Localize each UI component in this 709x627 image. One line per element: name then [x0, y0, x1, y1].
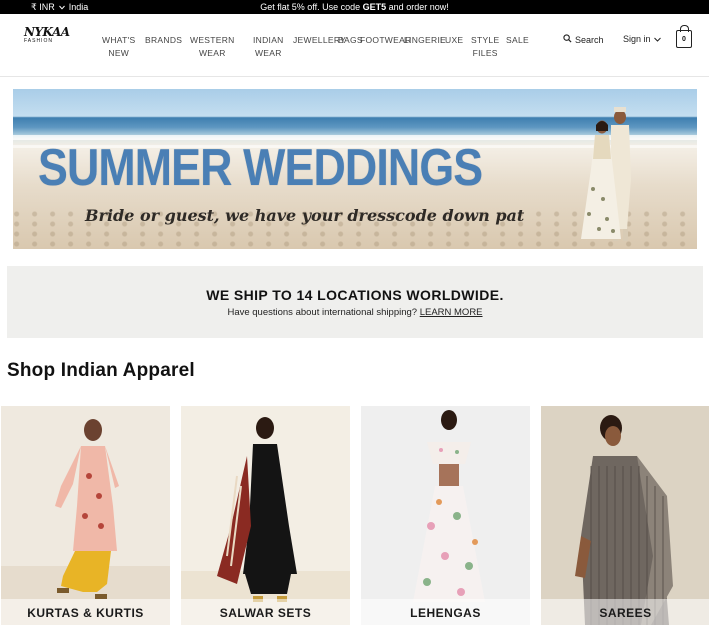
promo-suffix: and order now!: [386, 2, 449, 12]
category-label: LEHENGAS: [410, 606, 481, 620]
category-card-lehengas[interactable]: LEHENGAS: [361, 406, 530, 625]
category-label: SALWAR SETS: [219, 606, 312, 620]
hero-banner[interactable]: SUMMER WEDDINGS Bride or guest, we have …: [13, 89, 697, 249]
category-card-kurtas[interactable]: KURTAS & KURTIS: [1, 406, 170, 625]
signin-label: Sign in: [623, 34, 651, 44]
shipping-question: Have questions about international shipp…: [7, 307, 703, 318]
site-header: NYKAA FASHION WHAT'S NEW BRANDS WESTERN …: [0, 14, 709, 77]
nav-item-western-wear[interactable]: WESTERN WEAR: [190, 34, 235, 59]
category-card-salwar-sets[interactable]: SALWAR SETS: [181, 406, 350, 625]
category-label: KURTAS & KURTIS: [27, 606, 144, 620]
nykaa-fashion-logo[interactable]: NYKAA FASHION: [24, 25, 70, 48]
nav-item-indian-wear[interactable]: INDIAN WEAR: [253, 34, 284, 59]
shopping-bag-icon[interactable]: 0: [676, 25, 692, 48]
search-button[interactable]: Search: [563, 34, 604, 45]
search-icon: [563, 34, 572, 45]
promo-code: GET5: [362, 2, 387, 12]
saree-model-image: [541, 406, 709, 625]
lehenga-model-image: [361, 406, 530, 625]
nav-label: BRANDS: [145, 35, 183, 45]
nav-label: WEAR: [198, 47, 226, 58]
nav-item-style-files[interactable]: STYLE FILES: [471, 34, 499, 59]
nav-item-luxe[interactable]: LUXE: [440, 34, 463, 47]
promo-bar: ₹ INR India Get flat 5% off. Use code GE…: [0, 0, 709, 14]
nav-label: NEW: [108, 47, 130, 58]
learn-more-link[interactable]: LEARN MORE: [420, 307, 483, 318]
nav-label: WEAR: [254, 47, 282, 58]
nav-item-sale[interactable]: SALE: [506, 34, 529, 47]
wedding-couple-illustration: [581, 107, 631, 241]
kurtas-model-image: [1, 406, 170, 625]
nav-label: STYLE: [471, 35, 500, 45]
salwar-model-image: [181, 406, 350, 625]
category-card-sarees[interactable]: SAREES: [541, 406, 709, 625]
promo-prefix: Get flat 5% off. Use code: [260, 2, 363, 12]
nav-label: WHAT'S: [102, 35, 136, 45]
hero-title: SUMMER WEDDINGS: [38, 139, 483, 197]
hero-subtitle: Bride or guest, we have your dresscode d…: [85, 206, 525, 225]
category-label: SAREES: [599, 606, 652, 620]
nav-label: SALE: [506, 35, 529, 45]
nav-item-brands[interactable]: BRANDS: [145, 34, 182, 47]
search-label: Search: [575, 34, 604, 45]
signin-button[interactable]: Sign in: [623, 34, 661, 44]
nav-label: INDIAN: [253, 35, 284, 45]
logo-wordmark: NYKAA: [24, 25, 70, 39]
promo-message: Get flat 5% off. Use code GET5 and order…: [0, 0, 709, 14]
logo-subtitle: FASHION: [24, 38, 53, 44]
nav-item-whats-new[interactable]: WHAT'S NEW: [102, 34, 135, 59]
shipping-question-text: Have questions about international shipp…: [227, 307, 418, 318]
nav-label: LUXE: [440, 35, 464, 45]
section-title: Shop Indian Apparel: [7, 360, 195, 381]
chevron-down-icon: [653, 34, 661, 44]
shipping-info-block: WE SHIP TO 14 LOCATIONS WORLDWIDE. Have …: [7, 266, 703, 338]
shipping-title: WE SHIP TO 14 LOCATIONS WORLDWIDE.: [206, 287, 504, 303]
bag-count: 0: [682, 36, 686, 43]
nav-label: FILES: [472, 47, 498, 58]
nav-label: WESTERN: [190, 35, 235, 45]
